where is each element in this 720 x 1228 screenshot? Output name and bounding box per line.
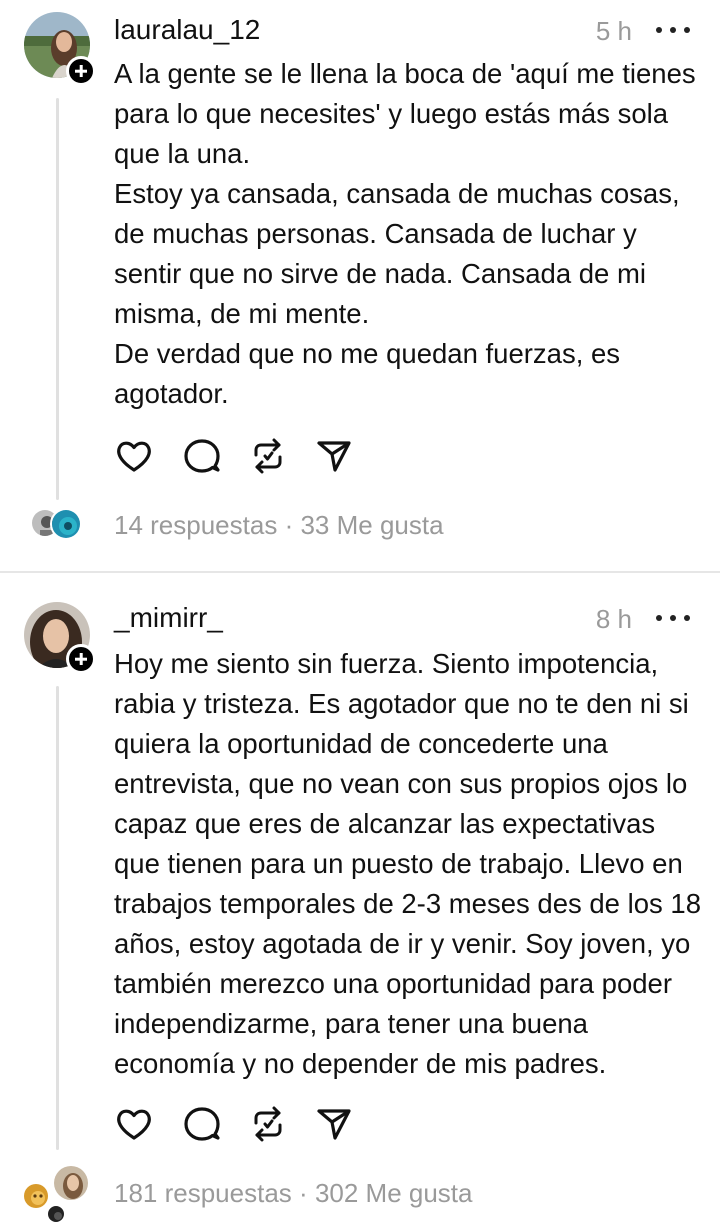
post-text: A la gente se le llena la boca de 'aquí …	[114, 54, 704, 414]
replier-avatar	[52, 1164, 90, 1202]
stats-separator: ·	[284, 510, 294, 540]
stats-separator: ·	[299, 1178, 308, 1208]
post-paragraph: Hoy me siento sin fuerza. Siento impoten…	[114, 648, 701, 1079]
post-text: Hoy me siento sin fuerza. Siento impoten…	[114, 644, 704, 1084]
username[interactable]: _mimirr_	[114, 602, 223, 634]
more-icon[interactable]	[656, 20, 692, 40]
repost-icon[interactable]	[248, 436, 288, 476]
replier-avatar	[46, 1204, 66, 1224]
timestamp: 8 h	[595, 604, 632, 634]
send-icon[interactable]	[314, 436, 354, 476]
comment-icon[interactable]	[182, 436, 222, 476]
replier-avatar	[22, 1182, 50, 1210]
thread-post: _mimirr_ 8 h Hoy me siento sin fuerza. S…	[0, 574, 720, 1228]
action-bar	[114, 436, 374, 476]
post-divider	[0, 571, 720, 573]
heart-icon[interactable]	[114, 436, 154, 476]
post-paragraph: A la gente se le llena la boca de 'aquí …	[114, 58, 696, 169]
post-paragraph: Estoy ya cansada, cansada de muchas cosa…	[114, 178, 680, 329]
replies-count[interactable]: 181 respuestas	[114, 1178, 292, 1208]
thread-post: lauralau_12 5 h A la gente se le llena l…	[0, 0, 720, 572]
post-stats: 181 respuestas · 302 Me gusta	[114, 1178, 473, 1209]
timestamp: 5 h	[595, 16, 632, 46]
thread-line	[56, 98, 59, 500]
follow-plus-icon[interactable]	[66, 644, 96, 674]
action-bar	[114, 1104, 374, 1144]
post-paragraph: De verdad que no me quedan fuerzas, es a…	[114, 338, 621, 409]
heart-icon[interactable]	[114, 1104, 154, 1144]
follow-plus-icon[interactable]	[66, 56, 96, 86]
repost-icon[interactable]	[248, 1104, 288, 1144]
comment-icon[interactable]	[182, 1104, 222, 1144]
send-icon[interactable]	[314, 1104, 354, 1144]
replier-avatar	[50, 508, 82, 540]
more-icon[interactable]	[656, 608, 692, 628]
replies-count[interactable]: 14 respuestas	[114, 510, 277, 540]
likes-count[interactable]: 33 Me gusta	[300, 510, 443, 540]
thread-line	[56, 686, 59, 1150]
likes-count[interactable]: 302 Me gusta	[315, 1178, 473, 1208]
username[interactable]: lauralau_12	[114, 14, 260, 46]
post-stats: 14 respuestas · 33 Me gusta	[114, 510, 444, 541]
